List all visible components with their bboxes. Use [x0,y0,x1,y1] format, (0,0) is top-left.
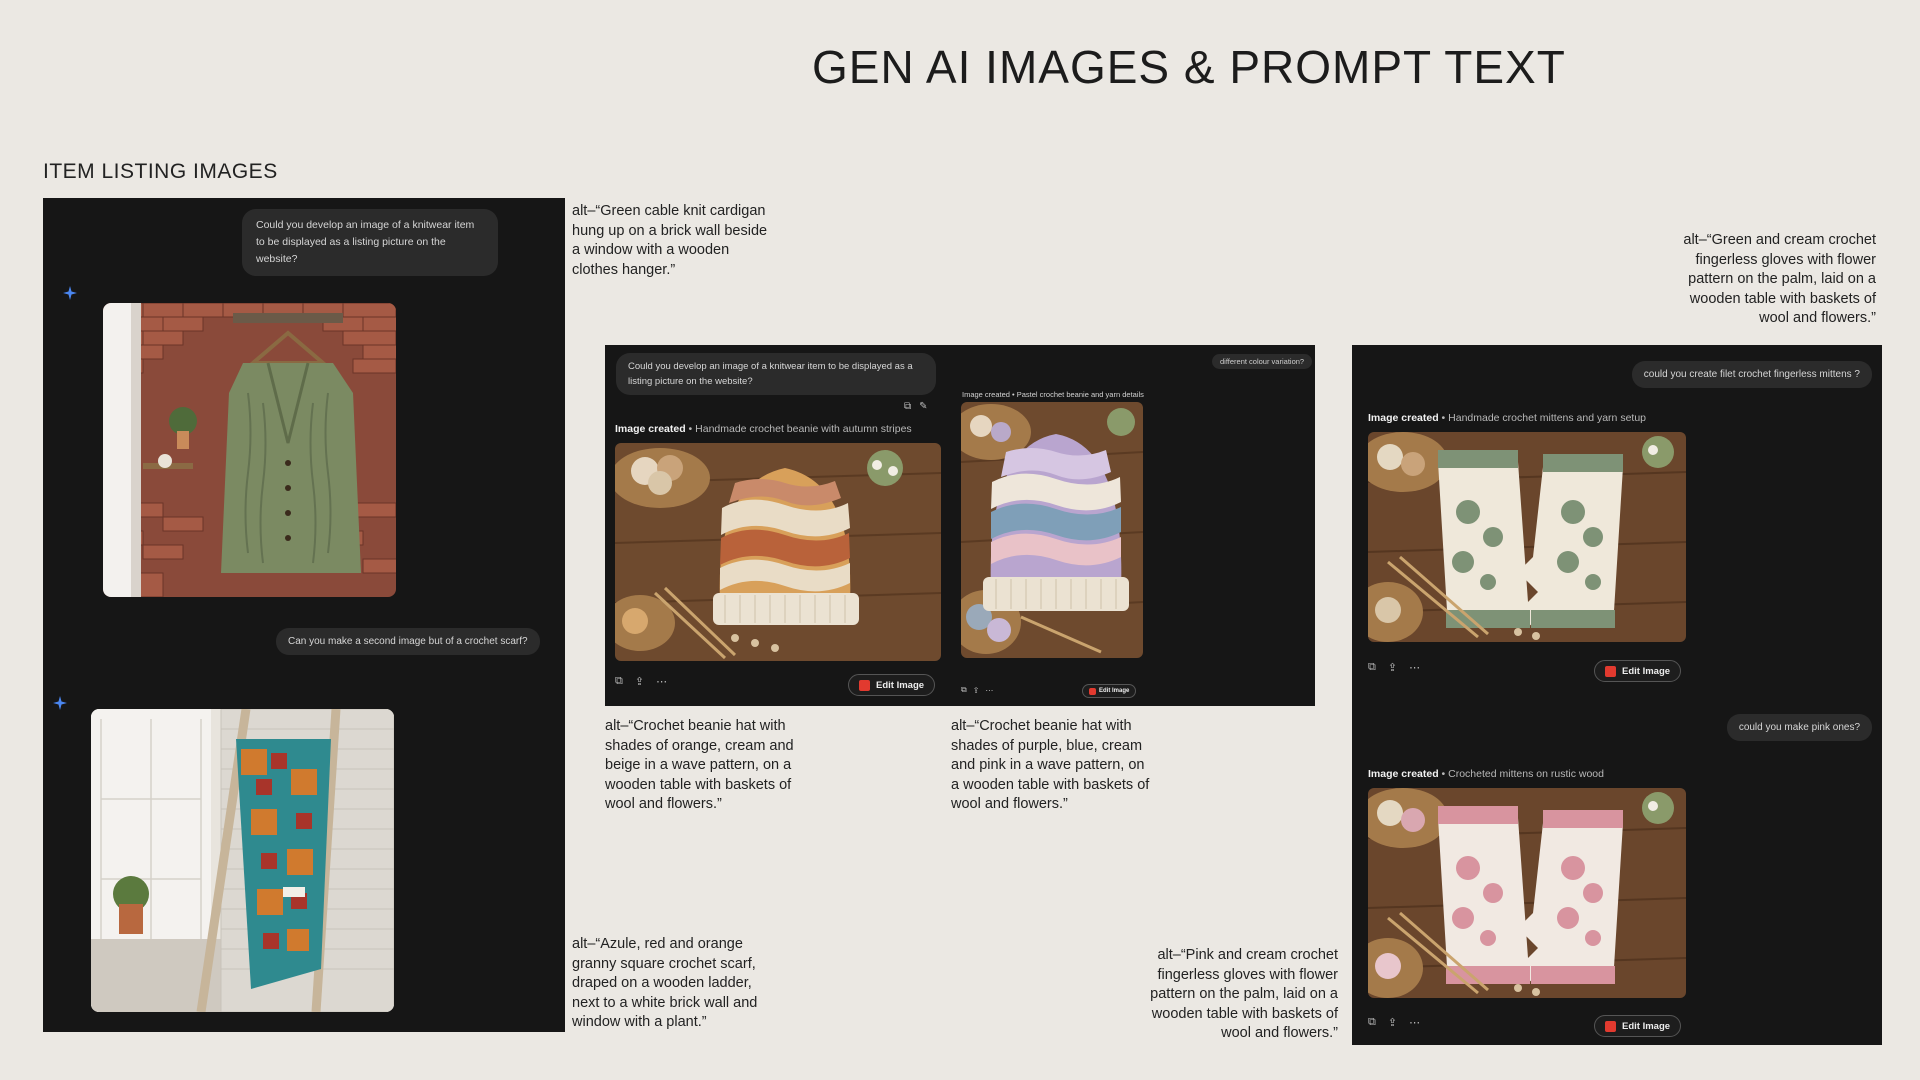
beanie-orange-image[interactable] [615,443,941,661]
edit-image-button[interactable]: Edit Image [848,674,936,696]
image-caption: Image created • Handmade crochet mittens… [1368,412,1646,424]
scarf-image[interactable] [91,709,394,1012]
caption-label: Image created [1368,412,1439,424]
edit-image-icon [1605,665,1616,677]
edit-image-icon [859,679,870,691]
copy-icon[interactable]: ⧉ [1368,1016,1376,1029]
mittens-pink-image[interactable] [1368,788,1686,998]
user-prompt-bubble: Can you make a second image but of a cro… [276,628,540,655]
caption-label: Image created [1368,768,1439,780]
message-actions: ⧉ ✎ [904,401,928,412]
image-actions-small: ⧉ ⇪ ⋯ [961,685,993,695]
edit-image-icon [1605,1020,1616,1032]
caption-text: Handmade crochet mittens and yarn setup [1448,412,1646,424]
chat-panel-right: could you create filet crochet fingerles… [1352,345,1882,1045]
alt-text-cardigan: alt–“Green cable knit cardigan hung up o… [572,203,768,278]
caption-text: Handmade crochet beanie with autumn stri… [695,423,912,435]
share-icon[interactable]: ⇪ [1388,1016,1397,1029]
edit-image-label: Edit Image [1622,1020,1671,1032]
caption-label: Image created [615,423,686,435]
user-prompt-bubble: Could you develop an image of a knitwear… [242,209,498,276]
share-icon[interactable]: ⇪ [973,686,980,695]
more-icon[interactable]: ⋯ [985,686,993,695]
image-caption: Image created • Handmade crochet beanie … [615,423,912,435]
image-actions: ⧉ ⇪ ⋯ [1368,1016,1420,1029]
edit-image-icon [1089,687,1096,695]
alt-text-beanie-orange: alt–“Crochet beanie hat with shades of o… [605,718,794,812]
alt-text-mittens-pink: alt–“Pink and cream crochet fingerless g… [1150,947,1338,1041]
edit-image-label: Edit Image [876,679,925,691]
cardigan-image[interactable] [103,303,396,597]
copy-icon[interactable]: ⧉ [1368,661,1376,674]
more-icon[interactable]: ⋯ [1409,1016,1420,1029]
image-caption-small: Image created • Pastel crochet beanie an… [962,390,1144,399]
user-prompt-bubble: Could you develop an image of a knitwear… [616,353,936,395]
copy-icon[interactable]: ⧉ [615,675,623,688]
edit-image-button[interactable]: Edit Image [1594,1015,1682,1037]
section-title: ITEM LISTING IMAGES [43,160,278,183]
copy-icon[interactable]: ⧉ [904,401,911,412]
sparkle-icon [53,696,67,710]
beanie-purple-image[interactable] [961,402,1143,658]
edit-image-label: Edit Image [1099,688,1130,694]
more-icon[interactable]: ⋯ [1409,661,1420,674]
alt-text-beanie-purple: alt–“Crochet beanie hat with shades of p… [951,718,1150,812]
caption-text: Crocheted mittens on rustic wood [1448,768,1604,780]
chat-panel-left: Could you develop an image of a knitwear… [43,198,565,1032]
share-icon[interactable]: ⇪ [635,675,644,688]
page-title: GEN AI IMAGES & PROMPT TEXT [812,41,1566,93]
user-prompt-bubble: could you create filet crochet fingerles… [1631,361,1872,388]
more-icon[interactable]: ⋯ [656,675,667,688]
edit-image-label: Edit Image [1622,665,1671,677]
copy-icon[interactable]: ⧉ [961,685,967,695]
mittens-green-image[interactable] [1368,432,1686,642]
user-prompt-bubble: could you make pink ones? [1726,714,1872,741]
edit-image-button[interactable]: Edit Image [1594,660,1682,682]
edit-image-button-small[interactable]: Edit Image [1082,684,1137,698]
image-caption: Image created • Crocheted mittens on rus… [1368,768,1604,780]
alt-text-scarf: alt–“Azule, red and orange granny square… [572,936,758,1030]
image-actions: ⧉ ⇪ ⋯ [615,675,667,688]
share-icon[interactable]: ⇪ [1388,661,1397,674]
image-actions: ⧉ ⇪ ⋯ [1368,661,1420,674]
alt-text-mittens-green: alt–“Green and cream crochet fingerless … [1683,232,1876,326]
edit-pencil-icon[interactable]: ✎ [919,401,927,412]
variation-prompt-bubble: different colour variation? [1212,354,1313,369]
sparkle-icon [63,286,77,300]
chat-panel-middle: Could you develop an image of a knitwear… [605,345,1315,706]
